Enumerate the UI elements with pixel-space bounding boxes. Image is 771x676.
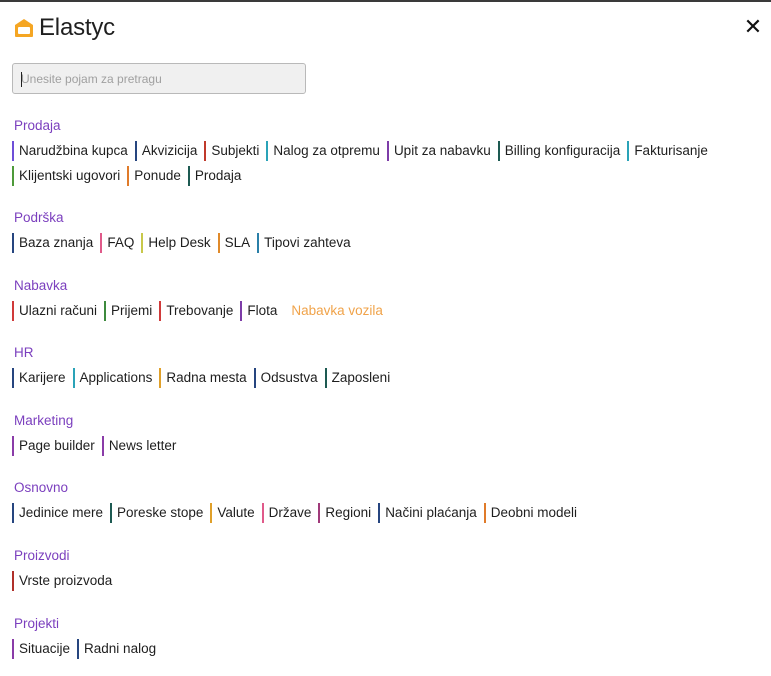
menu-link[interactable]: Upit za nabavku <box>386 141 498 161</box>
menu-link[interactable]: Karijere <box>12 368 73 388</box>
app-header: Elastyc <box>12 14 115 42</box>
section-links: Jedinice mere Poreske stope Valute Države Re… <box>12 503 762 528</box>
search-input[interactable] <box>13 64 305 93</box>
menu-link[interactable]: Subjekti <box>204 141 266 161</box>
menu-link[interactable]: Fakturisanje <box>627 141 715 161</box>
menu-section: Prodaja Narudžbina kupca Akvizicija Subjekt… <box>12 118 762 191</box>
menu-link[interactable]: Radni nalog <box>77 639 163 659</box>
section-links: Situacije Radni nalog <box>12 639 762 664</box>
menu-link[interactable]: FAQ <box>100 233 141 253</box>
window-top-border <box>0 0 771 2</box>
section-links: Narudžbina kupca Akvizicija Subjekti Nalog … <box>12 141 762 191</box>
menu-link[interactable]: Narudžbina kupca <box>12 141 135 161</box>
menu-link[interactable]: Prodaja <box>187 166 249 186</box>
menu-link[interactable]: Help Desk <box>141 233 217 253</box>
section-title: Projekti <box>14 616 60 631</box>
section-links: Vrste proizvoda <box>12 571 762 596</box>
section-links: Ulazni računi Prijemi Trebovanje Flota Nabav… <box>12 301 762 326</box>
close-button[interactable]: ✕ <box>741 14 765 39</box>
section-title: Nabavka <box>14 278 68 293</box>
menu-link[interactable]: Billing konfiguracija <box>497 141 628 161</box>
section-title: Podrška <box>14 210 64 225</box>
close-icon: ✕ <box>743 14 763 39</box>
menu-link[interactable]: Prijemi <box>104 301 159 321</box>
menu-section: Projekti Situacije Radni nalog <box>12 616 762 664</box>
menu-link[interactable]: Flota <box>240 301 284 321</box>
menu-link[interactable]: Odsustva <box>253 368 325 388</box>
menu-section: Nabavka Ulazni računi Prijemi Trebovanje Flo… <box>12 278 762 326</box>
menu-link[interactable]: Tipovi zahteva <box>257 233 358 253</box>
menu-link[interactable]: Baza znanja <box>12 233 100 253</box>
menu-link[interactable]: Situacije <box>12 639 77 659</box>
menu-link[interactable]: Ponude <box>127 166 188 186</box>
menu-link[interactable]: Ulazni računi <box>12 301 104 321</box>
menu-link[interactable]: Radna mesta <box>159 368 253 388</box>
menu-section: Marketing Page builder News letter <box>12 413 762 461</box>
menu-link[interactable]: News letter <box>101 436 184 456</box>
section-links: Page builder News letter <box>12 436 762 461</box>
search-field[interactable] <box>12 63 306 94</box>
menu-section: Podrška Baza znanja FAQ Help Desk SLA Tipovi … <box>12 210 762 258</box>
menu-section: HR Karijere Applications Radna mesta Odsustv… <box>12 345 762 393</box>
menu-link[interactable]: Nabavka vozila <box>284 301 390 321</box>
menu-link[interactable]: Poreske stope <box>110 503 210 523</box>
menu-link[interactable]: Jedinice mere <box>12 503 110 523</box>
menu-section: Proizvodi Vrste proizvoda <box>12 548 762 596</box>
menu-section: Osnovno Jedinice mere Poreske stope Valute D… <box>12 480 762 528</box>
menu-link[interactable]: Valute <box>210 503 261 523</box>
menu-link[interactable]: Zaposleni <box>324 368 398 388</box>
home-logo-icon <box>12 16 36 40</box>
menu-link[interactable]: SLA <box>217 233 258 253</box>
menu-link[interactable]: Trebovanje <box>159 301 240 321</box>
app-logo-text: Elastyc <box>39 14 115 41</box>
text-caret <box>21 72 22 87</box>
menu-link[interactable]: Applications <box>72 368 160 388</box>
menu-link[interactable]: Načini plaćanja <box>378 503 484 523</box>
menu-link[interactable]: Regioni <box>318 503 378 523</box>
section-links: Karijere Applications Radna mesta Odsustva Z… <box>12 368 762 393</box>
section-title: Proizvodi <box>14 548 70 563</box>
menu-link[interactable]: Page builder <box>12 436 102 456</box>
menu-link[interactable]: Klijentski ugovori <box>12 166 127 186</box>
section-title: Prodaja <box>14 118 61 133</box>
menu-link[interactable]: Deobni modeli <box>483 503 584 523</box>
menu-link[interactable]: Države <box>261 503 319 523</box>
section-title: Marketing <box>14 413 74 428</box>
section-title: Osnovno <box>14 480 69 495</box>
menu-link[interactable]: Nalog za otpremu <box>266 141 387 161</box>
menu-link[interactable]: Vrste proizvoda <box>12 571 119 591</box>
section-title: HR <box>14 345 34 360</box>
section-links: Baza znanja FAQ Help Desk SLA Tipovi zahteva <box>12 233 762 258</box>
menu-link[interactable]: Akvizicija <box>134 141 205 161</box>
